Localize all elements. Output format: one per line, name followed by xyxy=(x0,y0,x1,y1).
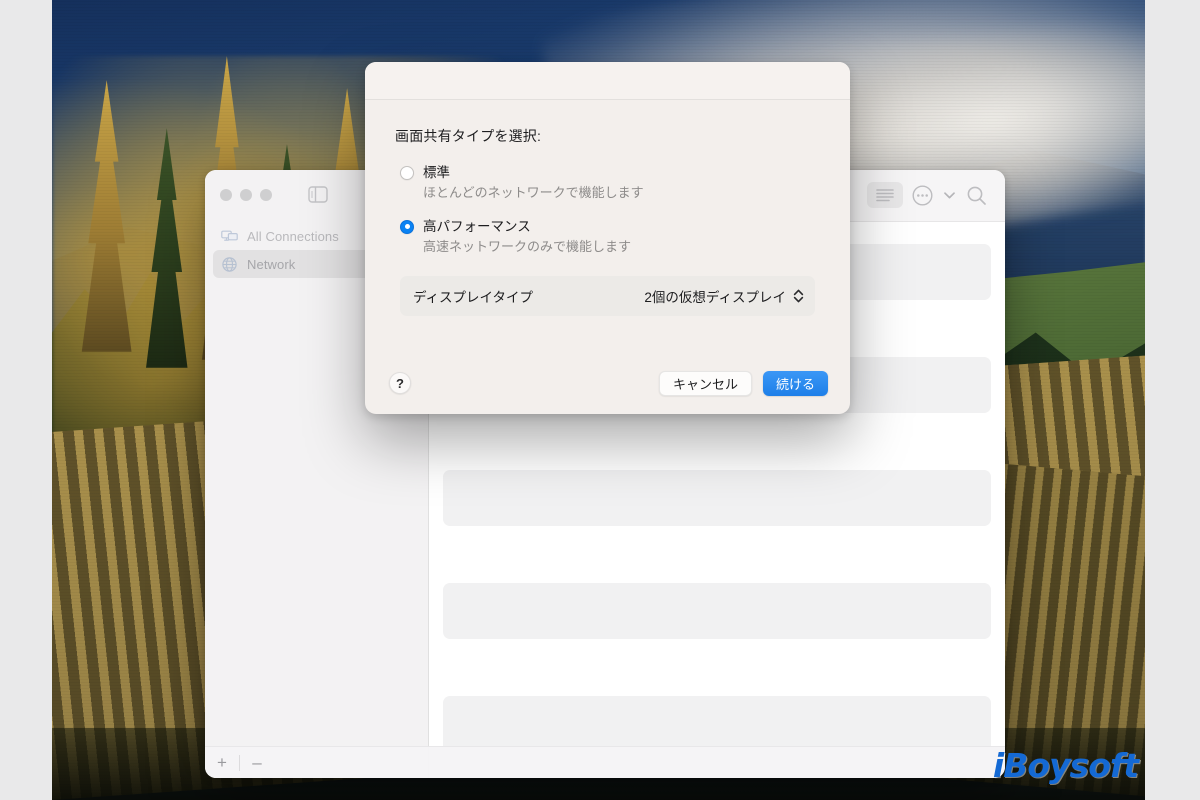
display-type-value: 2個の仮想ディスプレイ xyxy=(644,289,786,305)
sidebar-item-label: All Connections xyxy=(247,228,339,244)
screen: All Connections Network + – 画面共有タイプを選択: … xyxy=(0,0,1200,800)
iboysoft-watermark: iBoysoft xyxy=(992,746,1139,785)
screen-sharing-type-dialog: 画面共有タイプを選択: 標準 ほとんどのネットワークで機能します 高パフォーマン… xyxy=(365,62,850,414)
sidebar-item-label: Network xyxy=(247,256,296,272)
bottom-toolbar: + – xyxy=(205,746,1005,778)
radio-option-subtitle: ほとんどのネットワークで機能します xyxy=(423,185,644,201)
remove-button[interactable]: – xyxy=(240,747,274,779)
window-traffic-lights xyxy=(220,189,272,201)
search-icon[interactable] xyxy=(961,182,991,208)
continue-button[interactable]: 続ける xyxy=(762,370,828,396)
radio-option-title: 標準 xyxy=(423,165,450,180)
dialog-prompt: 画面共有タイプを選択: xyxy=(395,128,542,144)
radio-option-title: 高パフォーマンス xyxy=(423,218,531,234)
chevron-down-icon[interactable] xyxy=(941,191,957,199)
display-type-popup[interactable]: 2個の仮想ディスプレイ xyxy=(644,286,804,306)
close-button[interactable] xyxy=(220,189,232,201)
dialog-body: 画面共有タイプを選択: 標準 ほとんどのネットワークで機能します 高パフォーマン… xyxy=(365,100,850,316)
dialog-header xyxy=(365,62,850,100)
displays-icon xyxy=(221,228,238,245)
dialog-footer: ? キャンセル 続ける xyxy=(365,352,850,414)
up-down-chevron-icon[interactable] xyxy=(793,289,804,303)
list-lines-icon[interactable] xyxy=(867,182,903,208)
radio-button[interactable] xyxy=(400,166,414,180)
placeholder-card xyxy=(443,470,991,526)
placeholder-card xyxy=(443,696,991,746)
radio-texts: 標準 ほとんどのネットワークで機能します xyxy=(423,164,644,202)
globe-icon xyxy=(221,256,238,273)
radio-option-high-performance[interactable]: 高パフォーマンス 高速ネットワークのみで機能します xyxy=(400,218,820,256)
placeholder-card xyxy=(443,583,991,639)
cancel-button[interactable]: キャンセル xyxy=(658,370,752,396)
add-button[interactable]: + xyxy=(205,747,239,779)
ellipsis-circle-icon[interactable] xyxy=(907,182,937,208)
zoom-button[interactable] xyxy=(260,189,272,201)
display-type-label: ディスプレイタイプ xyxy=(413,289,534,305)
watermark-text: Boysoft xyxy=(1003,746,1139,785)
watermark-prefix: i xyxy=(992,746,1004,785)
minimize-button[interactable] xyxy=(240,189,252,201)
display-type-row[interactable]: ディスプレイタイプ 2個の仮想ディスプレイ xyxy=(400,275,815,316)
sidebar-toggle-icon[interactable] xyxy=(308,186,328,203)
radio-option-standard[interactable]: 標準 ほとんどのネットワークで機能します xyxy=(400,164,820,202)
help-button[interactable]: ? xyxy=(389,372,411,394)
radio-button[interactable] xyxy=(400,219,414,234)
radio-texts: 高パフォーマンス 高速ネットワークのみで機能します xyxy=(423,218,631,256)
radio-option-subtitle: 高速ネットワークのみで機能します xyxy=(423,238,632,254)
toolbar-actions xyxy=(867,182,991,208)
share-type-radio-group: 標準 ほとんどのネットワークで機能します 高パフォーマンス 高速ネットワークのみ… xyxy=(400,164,820,256)
